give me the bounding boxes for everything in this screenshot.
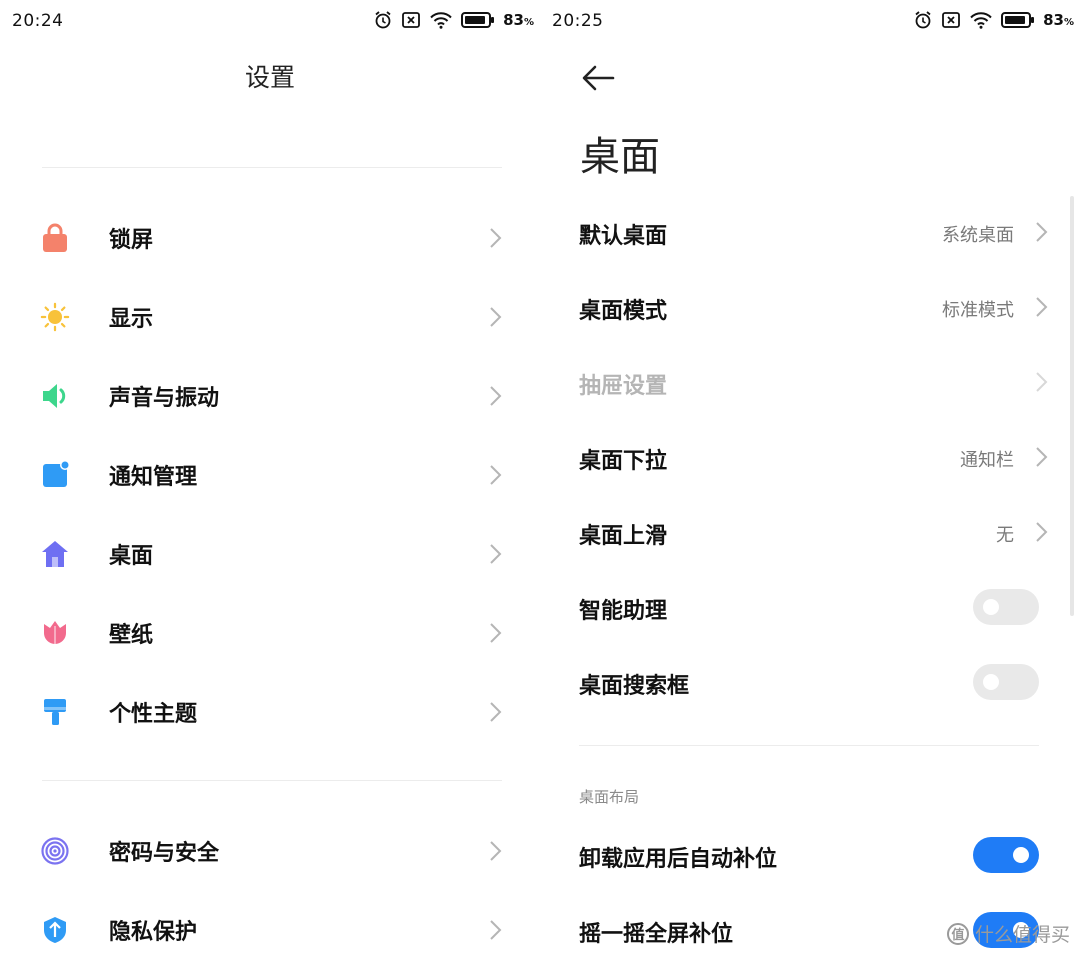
chevron-right-icon	[1036, 222, 1048, 242]
row-value: 通知栏	[960, 450, 1014, 471]
row-label: 默认桌面	[579, 224, 668, 249]
status-bar: 20:24 83%	[0, 0, 540, 44]
desktop-settings-screen: 20:25 83% 桌面 默认桌面 系统桌面 桌面模式 标准模式 抽屉设置 桌面…	[540, 0, 1080, 957]
row-drawer-settings: 抽屉设置	[540, 352, 1080, 412]
battery-percent: 83	[1043, 11, 1064, 29]
settings-item-notifications[interactable]: 通知管理	[0, 445, 540, 505]
status-bar: 20:25 83%	[540, 0, 1080, 44]
paint-brush-icon	[40, 697, 70, 727]
toggle-knob	[983, 599, 999, 615]
chevron-right-icon	[490, 386, 502, 406]
chevron-right-icon	[1036, 522, 1048, 542]
section-header: 桌面布局	[579, 788, 640, 806]
wifi-icon	[430, 12, 452, 29]
watermark: 值 什么值得买	[946, 920, 1070, 947]
tulip-icon	[40, 618, 70, 648]
smart-assistant-toggle[interactable]	[973, 589, 1039, 625]
chevron-right-icon	[490, 702, 502, 722]
row-desktop-search-bar: 桌面搜索框	[540, 652, 1080, 712]
row-desktop-mode[interactable]: 桌面模式 标准模式	[540, 277, 1080, 337]
battery-icon	[461, 12, 495, 28]
back-arrow-icon[interactable]	[580, 60, 616, 96]
row-label: 卸载应用后自动补位	[579, 847, 778, 872]
fingerprint-icon	[40, 836, 70, 866]
row-value: 系统桌面	[942, 225, 1014, 246]
settings-item-label: 锁屏	[109, 228, 154, 253]
chevron-right-icon	[490, 465, 502, 485]
alarm-icon	[915, 11, 931, 29]
chevron-right-icon	[490, 623, 502, 643]
chevron-right-icon	[1036, 447, 1048, 467]
chevron-right-icon	[490, 228, 502, 248]
watermark-logo: 值	[946, 922, 969, 945]
settings-item-privacy[interactable]: 隐私保护	[0, 900, 540, 957]
settings-item-label: 隐私保护	[109, 920, 198, 945]
lock-icon	[40, 223, 70, 253]
settings-item-label: 显示	[109, 307, 154, 332]
watermark-text: 什么值得买	[974, 924, 1070, 946]
row-label: 智能助理	[579, 599, 668, 624]
row-auto-fill-after-uninstall: 卸载应用后自动补位	[540, 825, 1080, 885]
status-time: 20:25	[552, 11, 604, 31]
settings-item-wallpaper[interactable]: 壁纸	[0, 603, 540, 663]
sun-icon	[40, 302, 70, 332]
row-label: 桌面模式	[579, 299, 668, 324]
settings-screen: 20:24 83% 设置 锁屏 显示 声音与振动 通知管理 桌面 壁纸 个性主题…	[0, 0, 540, 957]
no-sim-icon	[402, 12, 420, 28]
row-label: 摇一摇全屏补位	[579, 922, 734, 947]
settings-item-themes[interactable]: 个性主题	[0, 682, 540, 742]
settings-item-label: 壁纸	[109, 623, 154, 648]
toggle-knob	[983, 674, 999, 690]
notification-icon	[40, 460, 70, 490]
row-label: 桌面上滑	[579, 524, 668, 549]
row-label: 桌面下拉	[579, 449, 668, 474]
auto-fill-toggle[interactable]	[973, 837, 1039, 873]
settings-item-sound[interactable]: 声音与振动	[0, 366, 540, 426]
toggle-knob	[1013, 847, 1029, 863]
battery-percent: 83	[503, 11, 524, 29]
settings-item-lock-screen[interactable]: 锁屏	[0, 208, 540, 268]
battery-icon	[1001, 12, 1035, 28]
divider	[579, 745, 1039, 746]
settings-item-label: 声音与振动	[109, 386, 220, 411]
alarm-icon	[375, 11, 391, 29]
row-label: 抽屉设置	[579, 374, 668, 399]
chevron-right-icon	[490, 841, 502, 861]
divider	[42, 780, 502, 781]
chevron-right-icon	[1036, 297, 1048, 317]
settings-item-label: 密码与安全	[109, 841, 220, 866]
battery-unit: %	[523, 17, 534, 28]
settings-item-label: 通知管理	[109, 465, 198, 490]
row-desktop-swipe-up[interactable]: 桌面上滑 无	[540, 502, 1080, 562]
row-label: 桌面搜索框	[579, 674, 690, 699]
battery-unit: %	[1063, 17, 1074, 28]
chevron-right-icon	[490, 920, 502, 940]
settings-item-desktop[interactable]: 桌面	[0, 524, 540, 584]
desktop-search-bar-toggle[interactable]	[973, 664, 1039, 700]
chevron-right-icon	[1036, 372, 1048, 392]
row-desktop-pull-down[interactable]: 桌面下拉 通知栏	[540, 427, 1080, 487]
row-smart-assistant: 智能助理	[540, 577, 1080, 637]
settings-item-password-security[interactable]: 密码与安全	[0, 821, 540, 881]
chevron-right-icon	[490, 544, 502, 564]
chevron-right-icon	[490, 307, 502, 327]
row-value: 标准模式	[942, 300, 1014, 321]
wifi-icon	[970, 12, 992, 29]
settings-item-label: 个性主题	[109, 702, 198, 727]
home-icon	[40, 539, 70, 569]
status-time: 20:24	[12, 11, 64, 31]
speaker-icon	[40, 381, 70, 411]
page-title: 设置	[244, 63, 295, 92]
page-title: 桌面	[580, 134, 660, 180]
settings-item-display[interactable]: 显示	[0, 287, 540, 347]
row-default-desktop[interactable]: 默认桌面 系统桌面	[540, 202, 1080, 262]
privacy-shield-icon	[40, 915, 70, 945]
row-value: 无	[996, 525, 1014, 546]
settings-item-label: 桌面	[109, 544, 154, 569]
divider	[42, 167, 502, 168]
no-sim-icon	[942, 12, 960, 28]
